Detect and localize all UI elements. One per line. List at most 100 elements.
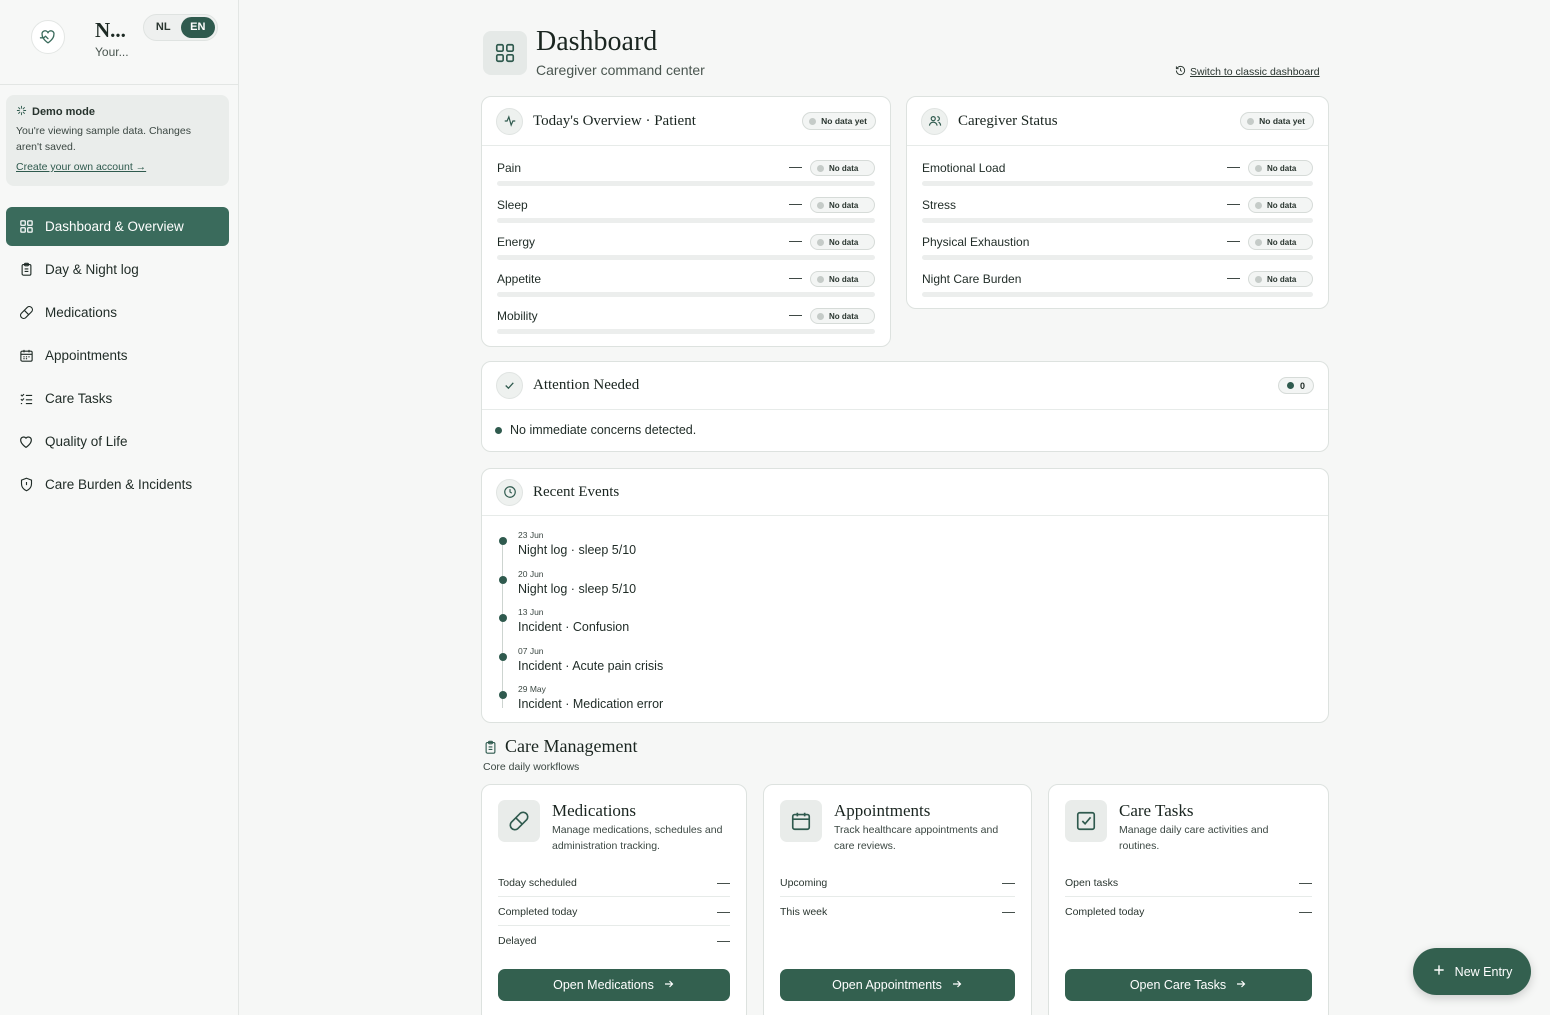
status-badge: No data yet: [802, 112, 876, 130]
check-icon: [496, 372, 523, 399]
card-description: Manage medications, schedules and admini…: [552, 824, 723, 852]
clipboard-icon: [18, 262, 34, 278]
sidebar-item-day-night-log[interactable]: Day & Night log: [6, 250, 229, 289]
calendar-icon: [18, 348, 34, 364]
card-description: Track healthcare appointments and care r…: [834, 824, 999, 852]
card-title: Attention Needed: [533, 377, 640, 393]
demo-mode-banner: Demo mode You're viewing sample data. Ch…: [6, 95, 229, 186]
sidebar: N... Your... NL EN Demo mode You're view…: [0, 0, 239, 1015]
status-badge: No data: [810, 271, 875, 287]
stat-row: Delayed —: [498, 933, 730, 948]
activity-icon: [496, 107, 523, 135]
metric-emotional-load: Emotional Load — No data: [907, 148, 1328, 186]
history-icon: [1175, 65, 1186, 79]
sparkle-icon: [16, 105, 27, 119]
grid-icon: [18, 219, 34, 235]
sidebar-item-appointments[interactable]: Appointments: [6, 336, 229, 375]
card-description: Manage daily care activities and routine…: [1119, 824, 1269, 852]
arrow-right-icon: [663, 978, 675, 993]
stat-row: Upcoming —: [780, 868, 1015, 897]
open-care-tasks-button[interactable]: Open Care Tasks: [1065, 969, 1312, 1001]
stat-row: Today scheduled —: [498, 868, 730, 897]
checklist-icon: [18, 391, 34, 407]
sidebar-nav: Dashboard & Overview Day & Night log Med…: [6, 207, 229, 508]
status-badge: No data: [1248, 234, 1313, 250]
dashboard-grid-icon: [483, 31, 527, 75]
sidebar-item-label: Care Burden & Incidents: [45, 477, 193, 492]
appointments-card: Appointments Track healthcare appointmen…: [763, 784, 1032, 1015]
stat-row: This week —: [780, 904, 1015, 919]
metric-physical-exhaustion: Physical Exhaustion — No data: [907, 222, 1328, 260]
create-account-link[interactable]: Create your own account →: [16, 161, 219, 173]
open-medications-button[interactable]: Open Medications: [498, 969, 730, 1001]
sidebar-item-medications[interactable]: Medications: [6, 293, 229, 332]
status-badge: No data: [810, 160, 875, 176]
metric-sleep: Sleep — No data: [482, 185, 890, 223]
card-title: Recent Events: [533, 483, 620, 500]
list-item[interactable]: 29 May Incident · Medication error: [498, 682, 1328, 721]
metric-energy: Energy — No data: [482, 222, 890, 260]
status-badge: No data: [1248, 160, 1313, 176]
sidebar-item-quality-of-life[interactable]: Quality of Life: [6, 422, 229, 461]
card-title: Appointments: [834, 801, 931, 820]
metric-stress: Stress — No data: [907, 185, 1328, 223]
arrow-right-icon: [951, 978, 963, 993]
demo-title: Demo mode: [32, 106, 95, 118]
stat-row: Open tasks —: [1065, 868, 1312, 897]
brand-header: N... Your... NL EN: [0, 0, 239, 85]
sidebar-item-label: Day & Night log: [45, 262, 139, 277]
brand-subtitle: Your...: [95, 45, 129, 59]
lang-en-button[interactable]: EN: [180, 17, 215, 38]
sidebar-item-care-burden[interactable]: Care Burden & Incidents: [6, 465, 229, 504]
attention-message: No immediate concerns detected.: [482, 410, 1328, 450]
brand-title: N...: [95, 18, 126, 42]
calendar-icon: [780, 800, 822, 842]
demo-text: You're viewing sample data. Changes aren…: [16, 125, 191, 153]
todays-overview-card: Today's Overview · Patient No data yet P…: [481, 96, 891, 347]
metric-night-care-burden: Night Care Burden — No data: [907, 259, 1328, 297]
checkbox-icon: [1065, 800, 1107, 842]
status-badge: No data: [810, 234, 875, 250]
sidebar-item-dashboard[interactable]: Dashboard & Overview: [6, 207, 229, 246]
new-entry-button[interactable]: New Entry: [1413, 948, 1531, 995]
attention-count-badge: 0: [1277, 377, 1314, 394]
metric-mobility: Mobility — No data: [482, 296, 890, 334]
section-subtitle: Core daily workflows: [483, 761, 580, 773]
events-timeline: 23 Jun Night log · sleep 5/10 20 Jun Nig…: [482, 516, 1328, 721]
sidebar-item-care-tasks[interactable]: Care Tasks: [6, 379, 229, 418]
heart-hand-logo-icon[interactable]: [31, 20, 65, 54]
page-title: Dashboard: [536, 26, 658, 57]
recent-events-card: Recent Events 23 Jun Night log · sleep 5…: [481, 468, 1329, 723]
card-title: Care Tasks: [1119, 801, 1194, 820]
arrow-right-icon: [1235, 978, 1247, 993]
status-badge: No data: [810, 308, 875, 324]
status-badge: No data yet: [1240, 112, 1314, 130]
switch-classic-dashboard-link[interactable]: Switch to classic dashboard: [1175, 65, 1320, 79]
pill-icon: [18, 305, 34, 321]
metric-pain: Pain — No data: [482, 148, 890, 186]
list-item[interactable]: 07 Jun Incident · Acute pain crisis: [498, 644, 1328, 683]
sidebar-item-label: Medications: [45, 305, 118, 320]
metric-bar: [497, 329, 875, 334]
list-item[interactable]: 23 Jun Night log · sleep 5/10: [498, 528, 1328, 567]
card-title: Caregiver Status: [958, 112, 1058, 129]
open-appointments-button[interactable]: Open Appointments: [780, 969, 1015, 1001]
caregiver-status-card: Caregiver Status No data yet Emotional L…: [906, 96, 1329, 309]
section-title: Care Management: [505, 736, 638, 756]
sidebar-item-label: Dashboard & Overview: [45, 219, 184, 234]
status-badge: No data: [810, 197, 875, 213]
status-badge: No data: [1248, 197, 1313, 213]
clipboard-icon: [483, 740, 498, 760]
lang-nl-button[interactable]: NL: [146, 17, 181, 38]
page-subtitle: Caregiver command center: [536, 62, 705, 78]
card-title: Today's Overview · Patient: [533, 112, 696, 129]
attention-needed-card: Attention Needed 0 No immediate concerns…: [481, 361, 1329, 452]
card-title: Medications: [552, 801, 637, 820]
stat-row: Completed today —: [1065, 904, 1312, 919]
status-badge: No data: [1248, 271, 1313, 287]
pill-icon: [498, 800, 540, 842]
shield-icon: [18, 477, 34, 493]
list-item[interactable]: 20 Jun Night log · sleep 5/10: [498, 567, 1328, 606]
language-switch: NL EN: [143, 14, 218, 41]
list-item[interactable]: 13 Jun Incident · Confusion: [498, 605, 1328, 644]
